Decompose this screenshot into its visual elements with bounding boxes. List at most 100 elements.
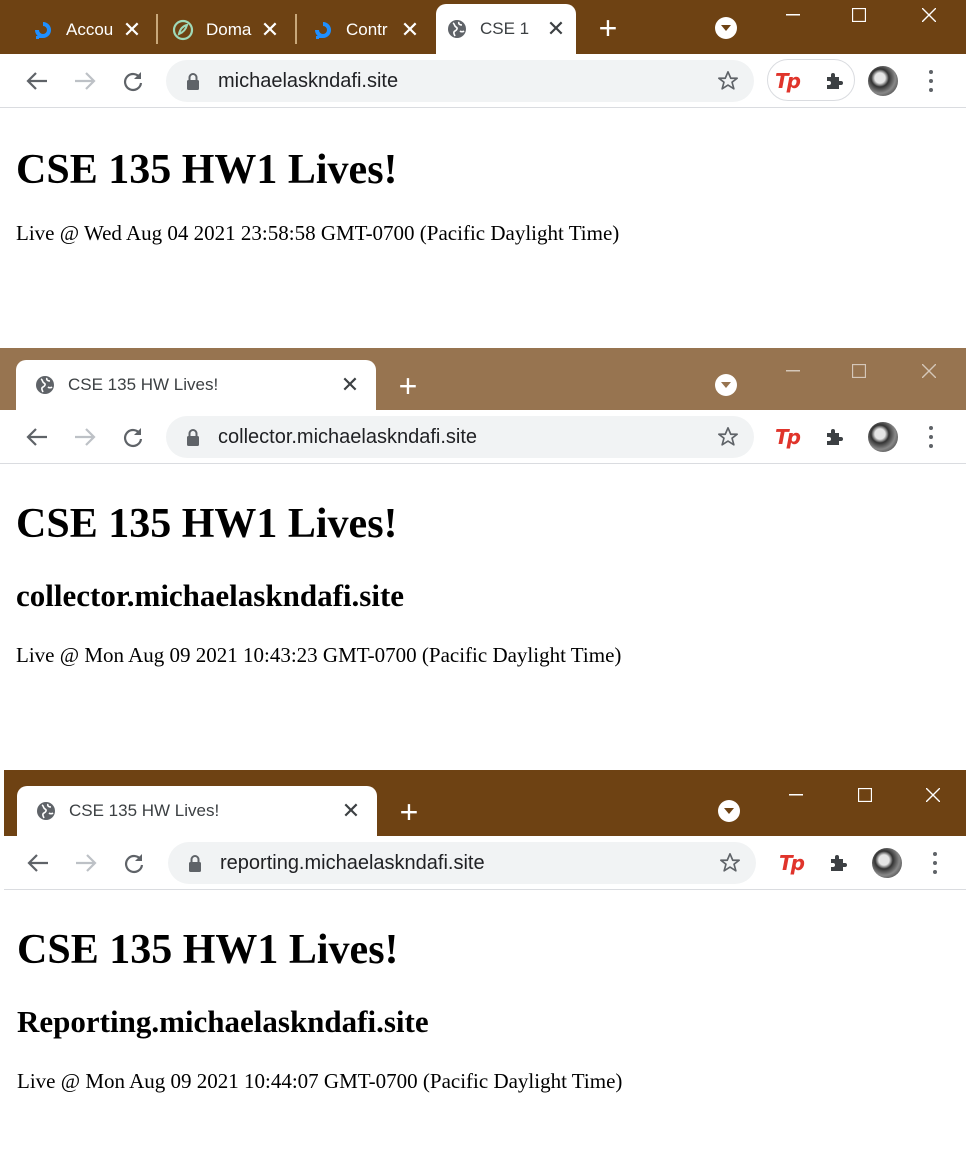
- tab-strip: Accou ✕ Doma ✕ Contr ✕ CSE 1 ✕ +: [0, 0, 966, 54]
- page-heading: CSE 135 HW1 Lives!: [16, 501, 398, 547]
- bookmark-star-icon[interactable]: [716, 69, 740, 93]
- tp-extension-label: Tp: [779, 851, 805, 875]
- profile-avatar[interactable]: [872, 848, 902, 878]
- reload-button[interactable]: [121, 850, 147, 876]
- extensions-puzzle-icon[interactable]: [820, 422, 850, 452]
- back-button[interactable]: [24, 424, 50, 450]
- close-tab-icon[interactable]: ✕: [260, 19, 280, 41]
- tab-title: CSE 135 HW Lives!: [69, 801, 220, 820]
- toolbar: michaelaskndafi.site Tp: [0, 54, 966, 108]
- profile-avatar[interactable]: [868, 422, 898, 452]
- forward-button[interactable]: [72, 68, 98, 94]
- close-tab-icon[interactable]: ✕: [340, 374, 360, 396]
- avatar-image: [868, 66, 898, 96]
- address-bar[interactable]: michaelaskndafi.site: [166, 60, 754, 102]
- tab-search-button[interactable]: [715, 374, 737, 396]
- minimize-button[interactable]: [770, 0, 816, 30]
- forward-button[interactable]: [72, 424, 98, 450]
- new-tab-button[interactable]: +: [395, 796, 423, 828]
- url-text: michaelaskndafi.site: [218, 69, 399, 92]
- tab-search-button[interactable]: [718, 800, 740, 822]
- tab-cse-active[interactable]: CSE 135 HW Lives! ✕: [16, 360, 376, 410]
- globe-icon: [446, 18, 468, 40]
- tab-control[interactable]: Contr ✕: [302, 6, 430, 54]
- page-subheading: collector.michaelaskndafi.site: [16, 578, 405, 613]
- arrow-right-icon: [75, 428, 96, 446]
- bookmark-star-icon[interactable]: [716, 425, 740, 449]
- close-window-button[interactable]: [910, 780, 956, 810]
- lock-icon: [188, 854, 204, 872]
- chevron-down-icon: [721, 25, 731, 31]
- arrow-right-icon: [76, 854, 97, 872]
- tab-cse-active[interactable]: CSE 1 ✕: [436, 4, 576, 54]
- page-heading: CSE 135 HW1 Lives!: [16, 147, 398, 193]
- tp-extension-icon[interactable]: Tp: [772, 66, 802, 96]
- back-button[interactable]: [24, 68, 50, 94]
- url-text: collector.michaelaskndafi.site: [218, 425, 478, 448]
- tab-cse-active[interactable]: CSE 135 HW Lives! ✕: [17, 786, 377, 836]
- chrome-menu-icon[interactable]: [926, 424, 936, 450]
- page-content: CSE 135 HW1 Lives! Live @ Wed Aug 04 202…: [0, 108, 966, 246]
- live-timestamp: Live @ Mon Aug 09 2021 10:43:23 GMT-0700…: [16, 643, 622, 667]
- reload-button[interactable]: [120, 68, 146, 94]
- tab-account[interactable]: Accou ✕: [22, 6, 152, 54]
- lock-icon: [186, 428, 202, 446]
- extensions-puzzle-icon[interactable]: [820, 66, 850, 96]
- maximize-button[interactable]: [836, 356, 882, 386]
- avatar-image: [872, 848, 902, 878]
- minimize-button[interactable]: [773, 780, 819, 810]
- close-window-button[interactable]: [906, 356, 952, 386]
- chrome-menu-icon[interactable]: [930, 850, 940, 876]
- tab-domains[interactable]: Doma ✕: [162, 6, 290, 54]
- address-bar[interactable]: collector.michaelaskndafi.site: [166, 416, 754, 458]
- toolbar: collector.michaelaskndafi.site Tp: [0, 410, 966, 464]
- page-subheading: Reporting.michaelaskndafi.site: [17, 1004, 429, 1039]
- profile-avatar[interactable]: [868, 66, 898, 96]
- chevron-down-icon: [721, 382, 731, 388]
- tab-strip: CSE 135 HW Lives! ✕ +: [4, 770, 966, 836]
- page-content: CSE 135 HW1 Lives! Reporting.michaelaskn…: [4, 890, 966, 1094]
- close-tab-icon[interactable]: ✕: [341, 800, 361, 822]
- minimize-button[interactable]: [770, 356, 816, 386]
- page-heading: CSE 135 HW1 Lives!: [17, 927, 399, 973]
- digitalocean-icon: [32, 19, 54, 41]
- tab-title: Contr: [346, 20, 388, 39]
- globe-icon: [35, 800, 57, 822]
- tab-title: Accou: [66, 20, 114, 39]
- address-bar[interactable]: reporting.michaelaskndafi.site: [168, 842, 756, 884]
- tp-extension-icon[interactable]: Tp: [776, 848, 806, 878]
- browser-window-3: CSE 135 HW Lives! ✕ + reporting.michaela…: [4, 770, 966, 1158]
- live-timestamp: Live @ Wed Aug 04 2021 23:58:58 GMT-0700…: [16, 221, 620, 245]
- tab-title: Doma: [206, 20, 252, 39]
- forward-button[interactable]: [73, 850, 99, 876]
- tab-title: CSE 135 HW Lives!: [68, 375, 219, 394]
- new-tab-button[interactable]: +: [394, 370, 422, 402]
- tp-extension-label: Tp: [775, 425, 801, 449]
- browser-window-2: CSE 135 HW Lives! ✕ + collector.michaela…: [0, 348, 966, 770]
- maximize-button[interactable]: [836, 0, 882, 30]
- chevron-down-icon: [724, 808, 734, 814]
- lock-icon: [186, 72, 202, 90]
- globe-icon: [34, 374, 56, 396]
- tab-title: CSE 1: [480, 19, 530, 38]
- close-tab-icon[interactable]: ✕: [546, 18, 566, 40]
- maximize-button[interactable]: [842, 780, 888, 810]
- tp-extension-icon[interactable]: Tp: [772, 422, 802, 452]
- tab-separator: [156, 14, 158, 44]
- live-timestamp: Live @ Mon Aug 09 2021 10:44:07 GMT-0700…: [17, 1069, 623, 1093]
- arrow-left-icon: [26, 72, 47, 90]
- back-button[interactable]: [25, 850, 51, 876]
- close-window-button[interactable]: [906, 0, 952, 30]
- page-content: CSE 135 HW1 Lives! collector.michaelaskn…: [0, 464, 966, 668]
- url-text: reporting.michaelaskndafi.site: [220, 851, 485, 874]
- tab-search-button[interactable]: [715, 17, 737, 39]
- toolbar: reporting.michaelaskndafi.site Tp: [4, 836, 966, 890]
- close-tab-icon[interactable]: ✕: [400, 19, 420, 41]
- close-tab-icon[interactable]: ✕: [122, 19, 142, 41]
- extensions-puzzle-icon[interactable]: [824, 848, 854, 878]
- reload-button[interactable]: [120, 424, 146, 450]
- chrome-menu-icon[interactable]: [926, 68, 936, 94]
- digitalocean-icon: [312, 19, 334, 41]
- bookmark-star-icon[interactable]: [718, 851, 742, 875]
- new-tab-button[interactable]: +: [594, 12, 622, 44]
